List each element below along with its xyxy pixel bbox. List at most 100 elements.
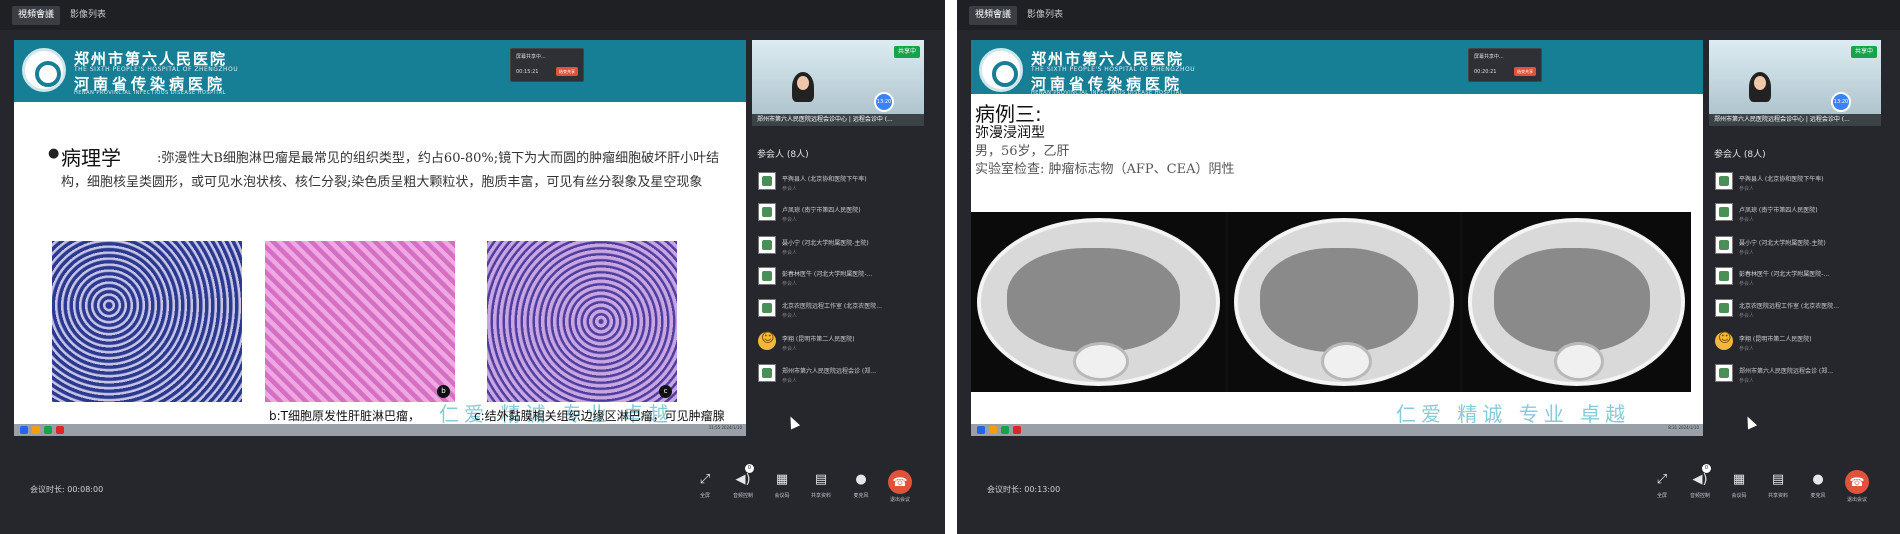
participant-name: 北京农医院远程工作室 (北京农医院... bbox=[1739, 303, 1839, 310]
video-tile[interactable]: 共享中 13:20 郑州市第六人民医院远程会诊中心 | 远程会诊中 (... bbox=[1709, 40, 1881, 126]
stop-share-button[interactable]: 结束共享 bbox=[1514, 67, 1536, 76]
participant-name: 卢凤琼 (南宁市第四人民医院) bbox=[1739, 207, 1818, 214]
meeting-code-button[interactable]: ▦ 会议码 bbox=[767, 470, 797, 499]
participant-item[interactable]: 彭春林医牛 (河北大学附属医院-... 参会人 bbox=[1715, 267, 1885, 295]
participants-title: 参会人 (8人) bbox=[757, 150, 809, 160]
fullscreen-icon: ⤢ bbox=[699, 472, 711, 487]
shared-slide: 郑州市第六人民医院 THE SIXTH PEOPLE'S HOSPITAL OF… bbox=[14, 40, 746, 436]
speaker-icon: ◀) bbox=[735, 472, 751, 487]
share-material-button[interactable]: ▤ 共享资料 bbox=[1763, 470, 1793, 499]
start-icon[interactable] bbox=[977, 426, 985, 434]
participant-item[interactable]: 平舆县人 (北京协和医院下午率) 参会人 bbox=[1715, 172, 1885, 200]
tab-video-meeting[interactable]: 視頻會議 bbox=[12, 6, 61, 25]
participant-role: 参会人 bbox=[782, 346, 798, 352]
hospital-name-1-en: THE SIXTH PEOPLE'S HOSPITAL OF ZHENGZHOU bbox=[1031, 66, 1196, 73]
participant-item[interactable]: 北京农医院远程工作室 (北京农医院... 参会人 bbox=[758, 299, 928, 327]
meeting-window-left: 視頻會議 影像列表 郑州市第六人民医院 THE SIXTH PEOPLE'S H… bbox=[0, 0, 945, 534]
participant-name: 平舆县人 (北京协和医院下午率) bbox=[782, 176, 867, 183]
control-label: 全屏 bbox=[699, 493, 710, 499]
speaker-icon: ◀) bbox=[1692, 472, 1708, 487]
control-label: 共享资料 bbox=[810, 493, 831, 499]
folder-icon[interactable] bbox=[32, 426, 40, 434]
participant-item[interactable]: 彭春林医牛 (河北大学附属医院-... 参会人 bbox=[758, 267, 928, 295]
control-label: 全屏 bbox=[1656, 493, 1667, 499]
participant-item[interactable]: 李翔 (昆明市第二人民医院) 参会人 bbox=[758, 331, 928, 360]
document-icon: ▤ bbox=[1771, 472, 1785, 487]
taskbar-clock: 8:31 2024/1/10 bbox=[1668, 425, 1699, 430]
hospital-logo bbox=[979, 48, 1023, 92]
tab-image-list[interactable]: 影像列表 bbox=[64, 6, 112, 25]
taskbar: 11:55 2024/1/10 bbox=[14, 424, 746, 436]
badge: 0 bbox=[745, 464, 754, 473]
participant-name: 彭春林医牛 (河北大学附属医院-... bbox=[782, 271, 873, 278]
leave-meeting-button[interactable]: ☎ 退出会议 bbox=[1842, 470, 1872, 503]
document-icon: ▤ bbox=[814, 472, 828, 487]
histology-image-a bbox=[52, 241, 242, 402]
participant-role: 参会人 bbox=[1739, 281, 1755, 287]
tab-bar: 視頻會議 影像列表 bbox=[0, 0, 945, 30]
participant-item[interactable]: 郑州市第六人民医院远程会诊 (郑... 参会人 bbox=[1715, 364, 1885, 392]
participant-item[interactable]: 平舆县人 (北京协和医院下午率) 参会人 bbox=[758, 172, 928, 200]
stop-share-button[interactable]: 结束共享 bbox=[556, 67, 578, 76]
start-icon[interactable] bbox=[20, 426, 28, 434]
shared-slide: 郑州市第六人民医院 THE SIXTH PEOPLE'S HOSPITAL OF… bbox=[971, 40, 1703, 436]
fullscreen-button[interactable]: ⤢ 全屏 bbox=[1647, 470, 1677, 499]
histology-image-c: c bbox=[487, 241, 677, 402]
microphone-button[interactable]: ● 麦克风 bbox=[846, 470, 876, 499]
participant-item[interactable]: 卢凤琼 (南宁市第四人民医院) 参会人 bbox=[1715, 203, 1885, 231]
hospital-banner: 郑州市第六人民医院 THE SIXTH PEOPLE'S HOSPITAL OF… bbox=[971, 40, 1703, 96]
hospital-banner: 郑州市第六人民医院 THE SIXTH PEOPLE'S HOSPITAL OF… bbox=[14, 40, 746, 102]
app-icon[interactable] bbox=[44, 426, 52, 434]
image-label-c: c bbox=[659, 385, 672, 398]
participant-item[interactable]: 北京农医院远程工作室 (北京农医院... 参会人 bbox=[1715, 299, 1885, 327]
image-label-b: b bbox=[437, 385, 450, 398]
participant-item[interactable]: 聂小宁 (河北大学附属医院-主院) 参会人 bbox=[1715, 236, 1885, 264]
sharing-badge: 共享中 bbox=[1850, 46, 1877, 58]
participant-role: 参会人 bbox=[782, 250, 798, 256]
participant-role: 参会人 bbox=[1739, 217, 1755, 223]
participant-role: 参会人 bbox=[782, 217, 798, 223]
avatar bbox=[758, 267, 776, 285]
participant-name: 卢凤琼 (南宁市第四人民医院) bbox=[782, 207, 861, 214]
fullscreen-button[interactable]: ⤢ 全屏 bbox=[690, 470, 720, 499]
tab-video-meeting[interactable]: 視頻會議 bbox=[969, 6, 1018, 25]
ct-slice-1 bbox=[971, 212, 1226, 392]
folder-icon[interactable] bbox=[989, 426, 997, 434]
audio-control-button[interactable]: 0 ◀) 音频控制 bbox=[1685, 464, 1715, 499]
app-icon[interactable] bbox=[56, 426, 64, 434]
tab-image-list[interactable]: 影像列表 bbox=[1021, 6, 1069, 25]
share-popup-time: 00:15:21 bbox=[516, 69, 539, 75]
avatar bbox=[1715, 236, 1733, 254]
app-icon[interactable] bbox=[1013, 426, 1021, 434]
participant-item[interactable]: 卢凤琼 (南宁市第四人民医院) 参会人 bbox=[758, 203, 928, 231]
meeting-duration: 会议时长: 00:13:00 bbox=[987, 485, 1061, 494]
app-icon[interactable] bbox=[1001, 426, 1009, 434]
meeting-code-button[interactable]: ▦ 会议码 bbox=[1724, 470, 1754, 499]
share-popup-title: 屏幕共享中... bbox=[516, 54, 546, 60]
microphone-icon: ● bbox=[1812, 472, 1824, 487]
participant-name: 北京农医院远程工作室 (北京农医院... bbox=[782, 303, 882, 310]
case-subtitle: 弥漫浸润型 bbox=[975, 125, 1045, 141]
mouse-cursor bbox=[1742, 414, 1758, 430]
participant-item[interactable]: 郑州市第六人民医院远程会诊 (郑... 参会人 bbox=[758, 364, 928, 392]
share-popup-time: 00:20:21 bbox=[1474, 69, 1497, 75]
participant-item[interactable]: 李翔 (昆明市第二人民医院) 参会人 bbox=[1715, 331, 1885, 360]
histology-image-b: b bbox=[265, 241, 455, 402]
participant-role: 参会人 bbox=[1739, 250, 1755, 256]
participant-name: 平舆县人 (北京协和医院下午率) bbox=[1739, 176, 1824, 183]
video-tile[interactable]: 共享中 13:20 郑州市第六人民医院远程会诊中心 | 远程会诊中 (... bbox=[752, 40, 924, 126]
speaker-avatar: 13:20 bbox=[874, 92, 894, 112]
sharing-badge: 共享中 bbox=[893, 46, 920, 58]
qrcode-icon: ▦ bbox=[1732, 472, 1746, 487]
share-material-button[interactable]: ▤ 共享资料 bbox=[806, 470, 836, 499]
audio-control-button[interactable]: 0 ◀) 音频控制 bbox=[728, 464, 758, 499]
participant-item[interactable]: 聂小宁 (河北大学附属医院-主院) 参会人 bbox=[758, 236, 928, 264]
avatar bbox=[758, 299, 776, 317]
participant-name: 郑州市第六人民医院远程会诊 (郑... bbox=[782, 368, 876, 375]
microphone-button[interactable]: ● 麦克风 bbox=[1803, 470, 1833, 499]
case-patient-info: 男，56岁，乙肝 bbox=[975, 144, 1070, 159]
divider bbox=[945, 0, 957, 534]
avatar bbox=[1715, 203, 1733, 221]
meeting-duration: 会议时长: 00:08:00 bbox=[30, 485, 104, 494]
leave-meeting-button[interactable]: ☎ 退出会议 bbox=[885, 470, 915, 503]
